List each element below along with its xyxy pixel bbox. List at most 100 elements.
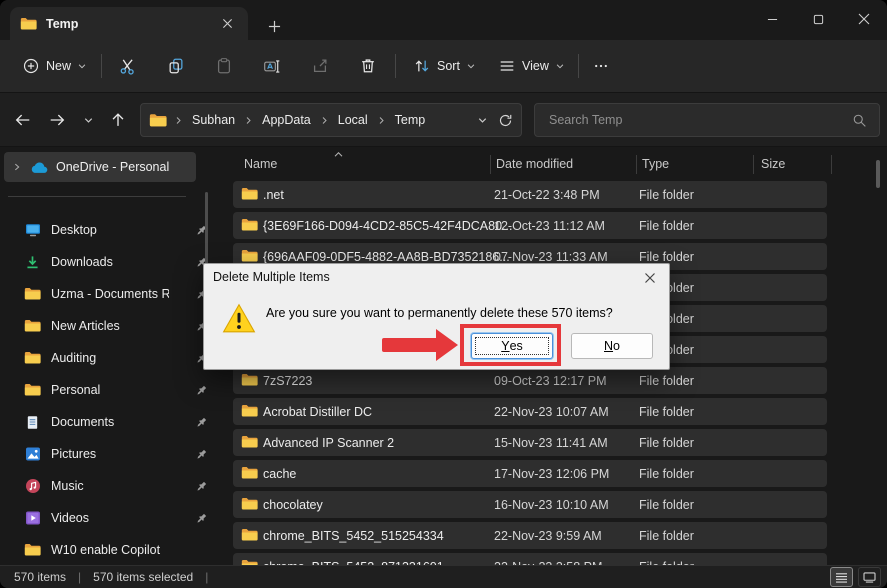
file-name: {696AAF09-0DF5-4882-AA8B-BD7352186... bbox=[263, 250, 510, 264]
breadcrumb-chevron-icon[interactable] bbox=[173, 116, 184, 125]
view-button[interactable]: View bbox=[490, 48, 573, 84]
table-row[interactable]: Advanced IP Scanner 215-Nov-23 11:41 AMF… bbox=[233, 429, 827, 456]
search-input[interactable] bbox=[547, 112, 852, 128]
status-divider: | bbox=[205, 570, 208, 584]
table-row[interactable]: 7zS722309-Oct-23 12:17 PMFile folder bbox=[233, 367, 827, 394]
plus-circle-icon bbox=[22, 57, 40, 75]
sort-button[interactable]: Sort bbox=[405, 48, 484, 84]
sidebar-item-onedrive[interactable]: OneDrive - Personal bbox=[4, 152, 196, 182]
sidebar-item-uzma-documents-rec[interactable]: Uzma - Documents Rec bbox=[18, 280, 214, 308]
dialog-message: Are you sure you want to permanently del… bbox=[266, 306, 656, 320]
table-row[interactable]: .net21-Oct-22 3:48 PMFile folder bbox=[233, 181, 827, 208]
column-separator[interactable] bbox=[636, 155, 637, 174]
address-dropdown-chevron-icon[interactable] bbox=[477, 115, 488, 126]
tab-close-icon[interactable] bbox=[216, 13, 238, 35]
maximize-icon[interactable] bbox=[795, 0, 841, 38]
minimize-icon[interactable] bbox=[749, 0, 795, 38]
column-separator[interactable] bbox=[831, 155, 832, 174]
sidebar-item-w10-enable-copilot[interactable]: W10 enable Copilot bbox=[18, 536, 214, 564]
address-bar[interactable]: Subhan AppData Local Temp bbox=[140, 103, 522, 137]
folder-icon bbox=[24, 543, 41, 557]
toolbar-divider bbox=[101, 54, 102, 78]
breadcrumb-chevron-icon[interactable] bbox=[319, 116, 330, 125]
file-type: File folder bbox=[639, 219, 694, 233]
file-list-scrollbar[interactable] bbox=[876, 160, 880, 188]
no-button[interactable]: No bbox=[571, 333, 653, 359]
breadcrumb-chevron-icon[interactable] bbox=[376, 116, 387, 125]
pin-icon bbox=[195, 512, 208, 525]
recent-locations-chevron-icon[interactable] bbox=[73, 105, 103, 135]
paste-icon bbox=[215, 57, 233, 75]
share-button[interactable] bbox=[302, 48, 338, 84]
videos-icon bbox=[24, 510, 41, 526]
sidebar-item-label: OneDrive - Personal bbox=[56, 160, 169, 174]
copy-button[interactable] bbox=[158, 48, 194, 84]
cut-button[interactable] bbox=[110, 48, 146, 84]
file-type: File folder bbox=[639, 374, 694, 388]
column-separator[interactable] bbox=[490, 155, 491, 174]
forward-button[interactable] bbox=[42, 105, 72, 135]
chevron-right-icon[interactable] bbox=[12, 162, 22, 172]
new-tab-button[interactable] bbox=[262, 14, 286, 38]
ellipsis-icon bbox=[593, 58, 609, 74]
sort-label: Sort bbox=[437, 59, 460, 73]
table-row[interactable]: {3E69F166-D094-4CD2-85C5-42F4DCA80...12-… bbox=[233, 212, 827, 239]
breadcrumb-segment[interactable]: AppData bbox=[256, 110, 317, 130]
table-row[interactable]: chrome_BITS_5452_51525433422-Nov-23 9:59… bbox=[233, 522, 827, 549]
sidebar-item-pictures[interactable]: Pictures bbox=[18, 440, 214, 468]
desktop-icon bbox=[24, 222, 41, 238]
search-icon[interactable] bbox=[852, 113, 867, 128]
breadcrumb-segment[interactable]: Subhan bbox=[186, 110, 241, 130]
folder-icon bbox=[241, 528, 258, 542]
cut-icon bbox=[119, 57, 138, 76]
details-view-toggle[interactable] bbox=[830, 567, 853, 587]
file-name: 7zS7223 bbox=[263, 374, 312, 388]
close-icon[interactable] bbox=[841, 0, 887, 38]
sidebar-item-desktop[interactable]: Desktop bbox=[18, 216, 214, 244]
column-header-date[interactable]: Date modified bbox=[496, 157, 573, 171]
sidebar-item-music[interactable]: Music bbox=[18, 472, 214, 500]
refresh-icon[interactable] bbox=[498, 113, 513, 128]
breadcrumb-segment[interactable]: Temp bbox=[389, 110, 432, 130]
file-type: File folder bbox=[639, 529, 694, 543]
thumbnail-view-toggle[interactable] bbox=[858, 567, 881, 587]
table-row[interactable]: Acrobat Distiller DC22-Nov-23 10:07 AMFi… bbox=[233, 398, 827, 425]
column-header-type[interactable]: Type bbox=[642, 157, 669, 171]
delete-button[interactable] bbox=[350, 48, 386, 84]
command-bar: New Sort View bbox=[0, 40, 887, 93]
dialog-close-icon[interactable] bbox=[639, 268, 661, 288]
sidebar-item-label: Documents bbox=[51, 415, 169, 429]
column-header-name[interactable]: Name bbox=[244, 157, 277, 171]
sidebar-item-downloads[interactable]: Downloads bbox=[18, 248, 214, 276]
folder-icon bbox=[241, 497, 258, 511]
rename-button[interactable] bbox=[254, 48, 290, 84]
file-type: File folder bbox=[639, 436, 694, 450]
search-box[interactable] bbox=[534, 103, 880, 137]
paste-button[interactable] bbox=[206, 48, 242, 84]
sidebar-item-videos[interactable]: Videos bbox=[18, 504, 214, 532]
column-header-size[interactable]: Size bbox=[761, 157, 785, 171]
tab-temp[interactable]: Temp bbox=[10, 7, 248, 40]
breadcrumb-segment[interactable]: Local bbox=[332, 110, 374, 130]
selected-count: 570 items selected bbox=[93, 570, 193, 584]
sidebar-item-documents[interactable]: Documents bbox=[18, 408, 214, 436]
up-button[interactable] bbox=[103, 105, 133, 135]
table-row[interactable]: cache17-Nov-23 12:06 PMFile folder bbox=[233, 460, 827, 487]
table-row[interactable]: chocolatey16-Nov-23 10:10 AMFile folder bbox=[233, 491, 827, 518]
back-button[interactable] bbox=[8, 105, 38, 135]
sidebar-item-new-articles[interactable]: New Articles bbox=[18, 312, 214, 340]
column-separator[interactable] bbox=[753, 155, 754, 174]
folder-icon bbox=[241, 218, 258, 232]
breadcrumb-chevron-icon[interactable] bbox=[243, 116, 254, 125]
new-button[interactable]: New bbox=[14, 48, 95, 84]
sidebar-item-personal[interactable]: Personal bbox=[18, 376, 214, 404]
sort-ascending-icon bbox=[333, 151, 344, 158]
sidebar-item-auditing[interactable]: Auditing bbox=[18, 344, 214, 372]
date-modified: 17-Nov-23 12:06 PM bbox=[494, 467, 609, 481]
date-modified: 07-Nov-23 11:33 AM bbox=[494, 250, 608, 264]
sidebar-item-label: Videos bbox=[51, 511, 169, 525]
file-type: File folder bbox=[639, 188, 694, 202]
folder-icon bbox=[24, 319, 41, 333]
date-modified: 22-Nov-23 10:07 AM bbox=[494, 405, 609, 419]
more-options-button[interactable] bbox=[585, 48, 617, 84]
